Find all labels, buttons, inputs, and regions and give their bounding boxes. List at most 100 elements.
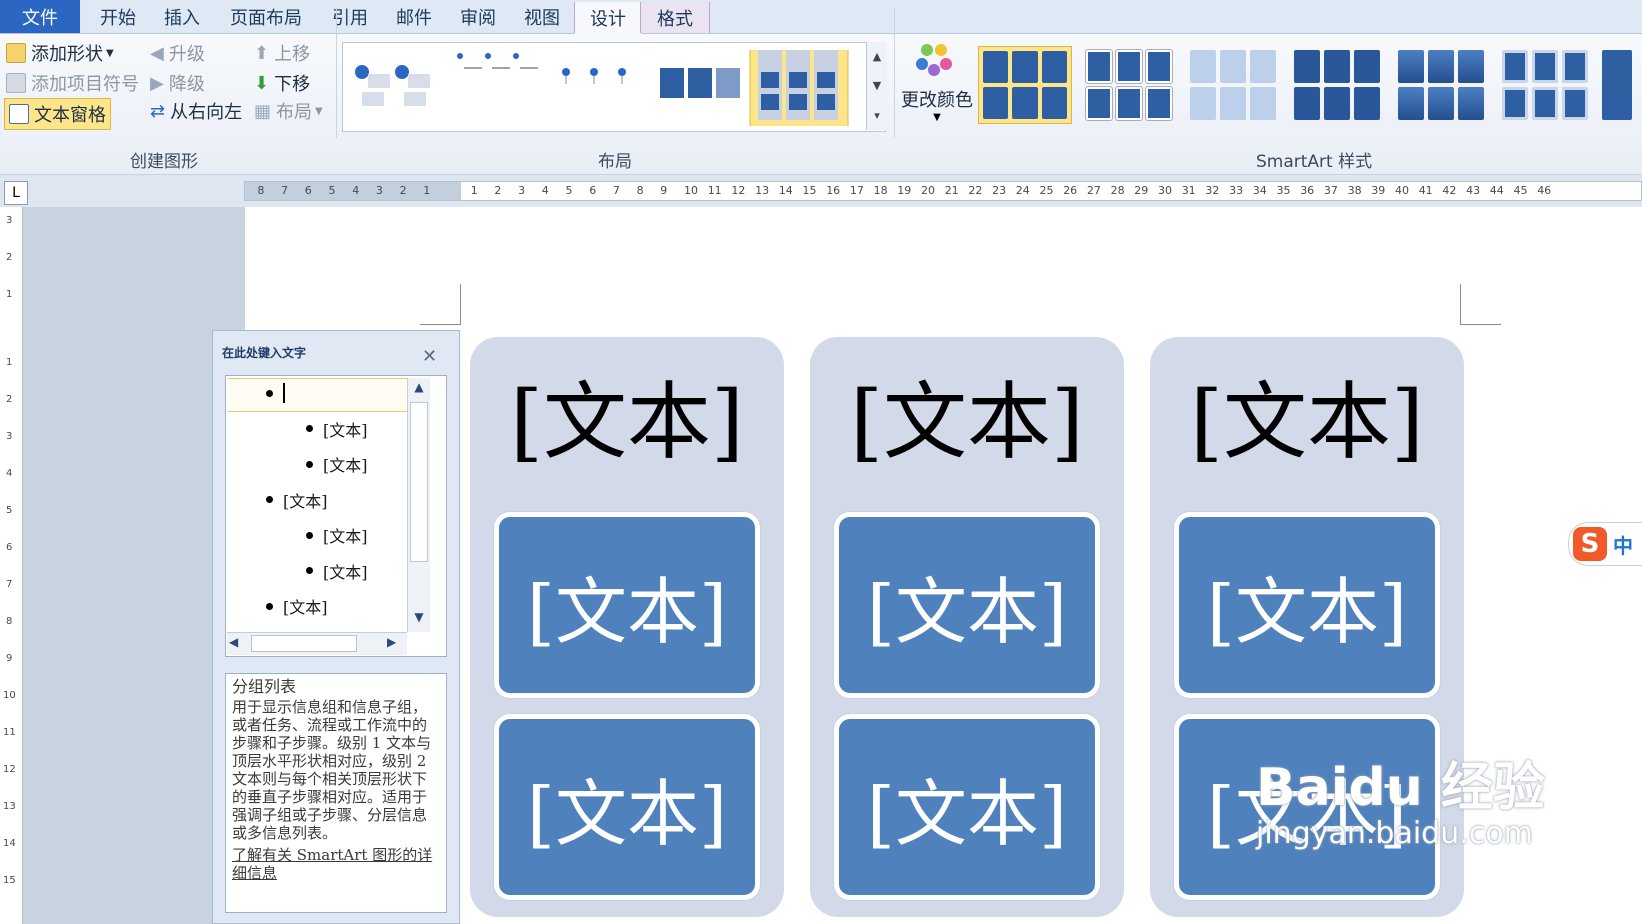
layout-thumb-3[interactable] xyxy=(562,68,626,84)
scroll-thumb[interactable] xyxy=(251,635,357,652)
ruler-tick-label: 35 xyxy=(1276,184,1291,197)
ruler-tick-label: 39 xyxy=(1371,184,1386,197)
change-colors-button[interactable]: 更改颜色 ▼ xyxy=(900,42,974,132)
more-icon[interactable]: ▾ xyxy=(874,109,880,122)
bullet-icon xyxy=(306,460,313,468)
text-pane-vertical-scrollbar[interactable]: ▲ ▼ xyxy=(407,378,430,632)
layout-thumb-2[interactable] xyxy=(457,53,538,69)
promote-icon: ◀ xyxy=(150,42,164,64)
text-pane-item[interactable]: [文本] xyxy=(306,451,368,477)
ruler-tick-label: 5 xyxy=(565,184,573,197)
gallery-scrollbar[interactable]: ▲ ▼ ▾ xyxy=(866,42,887,130)
ruler-tick-label: 2 xyxy=(399,184,407,197)
ruler-tick-label: 43 xyxy=(1466,184,1481,197)
scroll-down-icon[interactable]: ▼ xyxy=(873,79,881,92)
add-bullet-label: 添加项目符号 xyxy=(31,74,139,95)
tab-review[interactable]: 审阅 xyxy=(446,0,510,33)
ime-indicator[interactable]: S 中 xyxy=(1568,522,1642,566)
ruler-tick-label: 16 xyxy=(826,184,841,197)
tab-stop-selector[interactable]: L xyxy=(4,181,28,205)
layout-label: 布局 xyxy=(276,102,313,123)
promote-button[interactable]: ◀ 升级 xyxy=(150,40,205,66)
right-to-left-icon: ⇄ xyxy=(150,100,166,122)
scroll-up-icon[interactable]: ▲ xyxy=(410,380,428,398)
style-thumb-3[interactable] xyxy=(1186,46,1280,124)
smartart-level1-text[interactable]: [文本] xyxy=(470,355,784,476)
ruler-tick-label: 37 xyxy=(1323,184,1338,197)
smartart-level2-box[interactable]: [文本] xyxy=(834,714,1100,900)
tab-insert[interactable]: 插入 xyxy=(150,0,214,33)
vruler-tick-label: 7 xyxy=(6,579,13,590)
move-up-button[interactable]: ⬆ 上移 xyxy=(254,40,310,66)
ruler-tick-label: 36 xyxy=(1300,184,1315,197)
smartart-level2-box[interactable]: [文本] xyxy=(494,714,760,900)
close-icon[interactable]: ✕ xyxy=(422,346,437,367)
bullet-icon xyxy=(266,389,273,397)
text-pane-item-text: [文本] xyxy=(323,527,368,546)
layout-button[interactable]: ▦ 布局 ▼ xyxy=(254,98,323,124)
tab-file[interactable]: 文件 xyxy=(0,0,80,33)
layout-thumb-5-selected[interactable] xyxy=(749,50,849,126)
ruler-tick-label: 2 xyxy=(494,184,502,197)
move-down-icon: ⬇ xyxy=(254,72,270,94)
tab-design[interactable]: 设计 xyxy=(574,2,642,34)
text-pane-item[interactable]: [文本] xyxy=(266,487,328,513)
smartart-level1-text[interactable]: [文本] xyxy=(1150,355,1464,476)
tab-references[interactable]: 引用 xyxy=(318,0,382,33)
ruler-tick-label: 25 xyxy=(1039,184,1054,197)
learn-more-link[interactable]: 了解有关 SmartArt 图形的详细信息 xyxy=(232,846,440,882)
tab-format[interactable]: 格式 xyxy=(640,2,710,33)
smartart-level2-box[interactable]: [文本] xyxy=(494,512,760,698)
ruler-tick-label: 41 xyxy=(1418,184,1433,197)
tab-mailings[interactable]: 邮件 xyxy=(382,0,446,33)
vertical-ruler[interactable]: 3 2 1 1 2 3 4 5 6 7 8 9 10 11 12 13 14 15 xyxy=(0,207,23,924)
right-to-left-button[interactable]: ⇄ 从右向左 xyxy=(150,98,242,124)
text-pane-item[interactable]: [文本] xyxy=(306,558,368,584)
ruler-tick-label: 32 xyxy=(1205,184,1220,197)
ruler-tick-label: 7 xyxy=(281,184,289,197)
text-pane-item[interactable]: [文本] xyxy=(306,416,368,442)
text-pane-button[interactable]: 文本窗格 xyxy=(4,98,111,130)
watermark-brand: Baidu 经验 xyxy=(1256,758,1545,818)
style-thumb-2[interactable] xyxy=(1082,46,1176,124)
text-pane-item[interactable]: [文本] xyxy=(266,593,328,619)
ruler-tick-label: 9 xyxy=(660,184,668,197)
demote-button[interactable]: ▶ 降级 xyxy=(150,70,205,96)
smartart-level1-text[interactable]: [文本] xyxy=(810,355,1124,476)
scroll-down-icon[interactable]: ▼ xyxy=(410,610,428,628)
text-pane-item[interactable] xyxy=(228,378,408,412)
smartart-level2-box[interactable]: [文本] xyxy=(1174,512,1440,698)
scroll-left-icon[interactable]: ◀ xyxy=(229,635,247,653)
tab-page-layout[interactable]: 页面布局 xyxy=(214,0,318,33)
style-thumb-5[interactable] xyxy=(1394,46,1488,124)
vruler-tick-label: 3 xyxy=(6,215,13,226)
style-thumb-4[interactable] xyxy=(1290,46,1384,124)
ruler-tick-label: 13 xyxy=(755,184,770,197)
ruler-tick-label: 26 xyxy=(1063,184,1078,197)
smartart-level2-box[interactable]: [文本] xyxy=(834,512,1100,698)
vruler-tick-label: 15 xyxy=(3,875,16,886)
add-bullet-button[interactable]: 添加项目符号 xyxy=(6,70,139,96)
vruler-tick-label: 14 xyxy=(3,838,16,849)
scroll-up-icon[interactable]: ▲ xyxy=(873,50,881,63)
description-body: 用于显示信息组和信息子组，或者任务、流程或工作流中的步骤和子步骤。级别 1 文本… xyxy=(232,698,432,842)
style-thumb-7-partial[interactable] xyxy=(1602,50,1632,120)
horizontal-ruler[interactable]: 8 7 6 5 4 3 2 1 1 2 3 4 5 6 7 8 9 10 11 12 13 14 15 16 17 18 19 20 2… xyxy=(244,181,1642,201)
group-separator xyxy=(894,8,895,138)
text-pane-horizontal-scrollbar[interactable]: ◀ ▶ xyxy=(227,632,407,655)
scroll-right-icon[interactable]: ▶ xyxy=(387,635,405,653)
change-colors-icon xyxy=(916,44,952,76)
scroll-thumb[interactable] xyxy=(410,402,428,562)
text-pane-item[interactable]: [文本] xyxy=(306,522,368,548)
ruler-tick-label: 6 xyxy=(589,184,597,197)
layout-thumb-1[interactable] xyxy=(355,65,430,106)
tab-home[interactable]: 开始 xyxy=(86,0,150,33)
text-pane-item-text: [文本] xyxy=(323,562,368,582)
style-thumb-6[interactable] xyxy=(1498,46,1592,124)
style-thumb-1-selected[interactable] xyxy=(978,46,1072,124)
tab-view[interactable]: 视图 xyxy=(510,0,574,33)
vruler-tick-label: 11 xyxy=(3,727,16,738)
add-shape-button[interactable]: 添加形状 ▼ xyxy=(6,40,114,66)
layout-thumb-4[interactable] xyxy=(660,68,740,98)
move-down-button[interactable]: ⬇ 下移 xyxy=(254,70,310,96)
